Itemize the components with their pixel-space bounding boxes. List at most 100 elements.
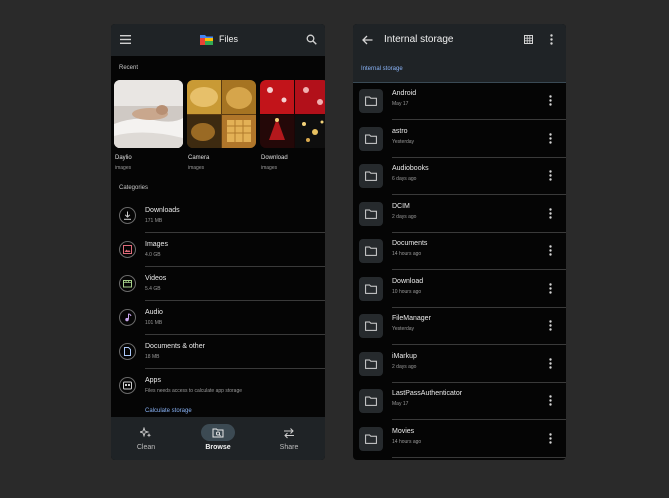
recent-thumbnail-daylio[interactable] — [114, 80, 183, 148]
more-options-icon[interactable] — [549, 245, 552, 256]
category-images[interactable]: Images 4.0 GB — [111, 233, 325, 267]
folder-row[interactable]: Download 10 hours ago — [353, 271, 566, 308]
nav-label-share: Share — [279, 444, 299, 451]
category-size: Files needs access to calculate app stor… — [145, 388, 242, 394]
folder-row[interactable]: Audiobooks 6 days ago — [353, 158, 566, 195]
folder-name: Android — [392, 90, 417, 97]
folder-row[interactable]: Movies 14 hours ago — [353, 421, 566, 458]
more-options-icon[interactable] — [549, 170, 552, 181]
nav-browse[interactable]: Browse — [188, 417, 248, 460]
folder-modified-date: 6 days ago — [392, 176, 417, 182]
back-arrow-icon[interactable] — [362, 35, 373, 45]
category-audio[interactable]: Audio 101 MB — [111, 301, 325, 335]
folder-icon — [359, 314, 383, 338]
recent-type-camera: images — [188, 165, 205, 171]
sparkle-icon — [140, 427, 152, 438]
recent-name-daylio: Daylio — [115, 155, 132, 161]
folder-icon — [359, 276, 383, 301]
category-size: 101 MB — [145, 320, 163, 326]
folder-icon — [359, 89, 383, 113]
category-name: Audio — [145, 309, 163, 316]
bottom-navigation: Clean Browse Share — [111, 417, 325, 460]
folder-name: astro — [392, 127, 408, 135]
folder-modified-date: 14 hours ago — [392, 438, 422, 445]
nav-share[interactable]: Share — [259, 417, 319, 460]
folder-icon — [359, 164, 383, 188]
more-options-icon[interactable] — [549, 282, 552, 294]
category-size: 171 MB — [145, 218, 163, 224]
recent-thumbnail-camera[interactable] — [187, 80, 256, 148]
grid-view-icon[interactable] — [524, 35, 533, 44]
folder-row[interactable]: DCIM 2 days ago — [353, 196, 566, 233]
folder-modified-date: 14 hours ago — [392, 251, 422, 257]
files-browse-screen: Files Recent Daylio images Camera images… — [111, 24, 325, 460]
category-videos[interactable]: Videos 5.4 GB — [111, 267, 325, 301]
category-apps[interactable]: Apps Files needs access to calculate app… — [111, 369, 325, 403]
folder-modified-date: May 17 — [392, 101, 409, 107]
more-options-icon[interactable] — [549, 395, 552, 406]
category-name: Videos — [145, 275, 167, 282]
folder-row[interactable]: FileManager Yesterday — [353, 308, 566, 345]
more-options-icon[interactable] — [549, 207, 552, 219]
more-options-icon[interactable] — [549, 432, 552, 444]
more-options-icon[interactable] — [549, 95, 552, 106]
folder-name: LastPassAuthenticator — [392, 390, 463, 397]
folder-modified-date: Yesterday — [392, 138, 415, 145]
category-documents[interactable]: Documents & other 18 MB — [111, 335, 325, 369]
files-logo-icon — [200, 35, 213, 45]
browse-icon — [212, 428, 224, 438]
app-title: Files — [219, 34, 239, 44]
recent-name-camera: Camera — [188, 155, 210, 161]
top-app-bar: Internal storage — [353, 24, 566, 56]
divider — [392, 456, 566, 458]
folder-row[interactable]: astro Yesterday — [353, 121, 566, 158]
more-options-icon[interactable] — [550, 34, 553, 45]
more-options-icon[interactable] — [549, 357, 552, 369]
folder-row[interactable]: LastPassAuthenticator May 17 — [353, 383, 566, 420]
folder-icon — [359, 239, 383, 263]
menu-icon[interactable] — [120, 35, 131, 44]
more-options-icon[interactable] — [549, 320, 552, 331]
folder-icon — [359, 426, 383, 451]
more-options-icon[interactable] — [549, 132, 552, 144]
breadcrumb-item[interactable]: Internal storage — [361, 66, 403, 72]
category-size: 4.0 GB — [145, 252, 161, 258]
folder-icon — [359, 126, 383, 151]
recent-name-download: Download — [261, 155, 288, 161]
folder-icon — [359, 351, 383, 376]
top-app-bar: Files — [111, 24, 325, 56]
document-icon — [119, 343, 136, 360]
video-icon — [119, 275, 136, 292]
folder-name: Documents — [392, 240, 428, 247]
folder-name: DCIM — [392, 202, 410, 210]
recent-section-label: Recent — [119, 65, 139, 71]
calculate-storage-link[interactable]: Calculate storage — [145, 408, 192, 414]
apps-icon — [119, 377, 136, 394]
folder-row[interactable]: Android May 17 — [353, 83, 566, 120]
folder-name: Movies — [392, 427, 415, 435]
search-icon[interactable] — [306, 34, 317, 45]
folder-name: Download — [392, 277, 424, 285]
folder-icon — [359, 389, 383, 413]
folder-row[interactable]: Documents 14 hours ago — [353, 233, 566, 270]
folder-modified-date: 2 days ago — [392, 213, 417, 220]
folder-modified-date: Yesterday — [392, 326, 415, 332]
nav-label-clean: Clean — [136, 444, 156, 451]
recent-thumbnail-download[interactable] — [260, 80, 325, 148]
category-name: Documents & other — [145, 343, 205, 350]
folder-name: FileManager — [392, 315, 431, 322]
recent-type-daylio: images — [115, 165, 132, 171]
category-name: Images — [145, 241, 168, 248]
category-name: Apps — [145, 377, 161, 384]
folder-modified-date: 2 days ago — [392, 363, 417, 370]
categories-section-label: Categories — [119, 185, 149, 191]
internal-storage-screen: Internal storage Internal storage Androi… — [353, 24, 566, 460]
nav-clean[interactable]: Clean — [116, 417, 176, 460]
image-icon — [119, 241, 136, 258]
folder-row[interactable]: iMarkup 2 days ago — [353, 346, 566, 383]
folder-modified-date: May 17 — [392, 401, 409, 407]
category-size: 5.4 GB — [145, 286, 161, 292]
category-downloads[interactable]: Downloads 171 MB — [111, 199, 325, 233]
category-size: 18 MB — [145, 354, 160, 360]
recent-type-download: images — [261, 165, 278, 171]
